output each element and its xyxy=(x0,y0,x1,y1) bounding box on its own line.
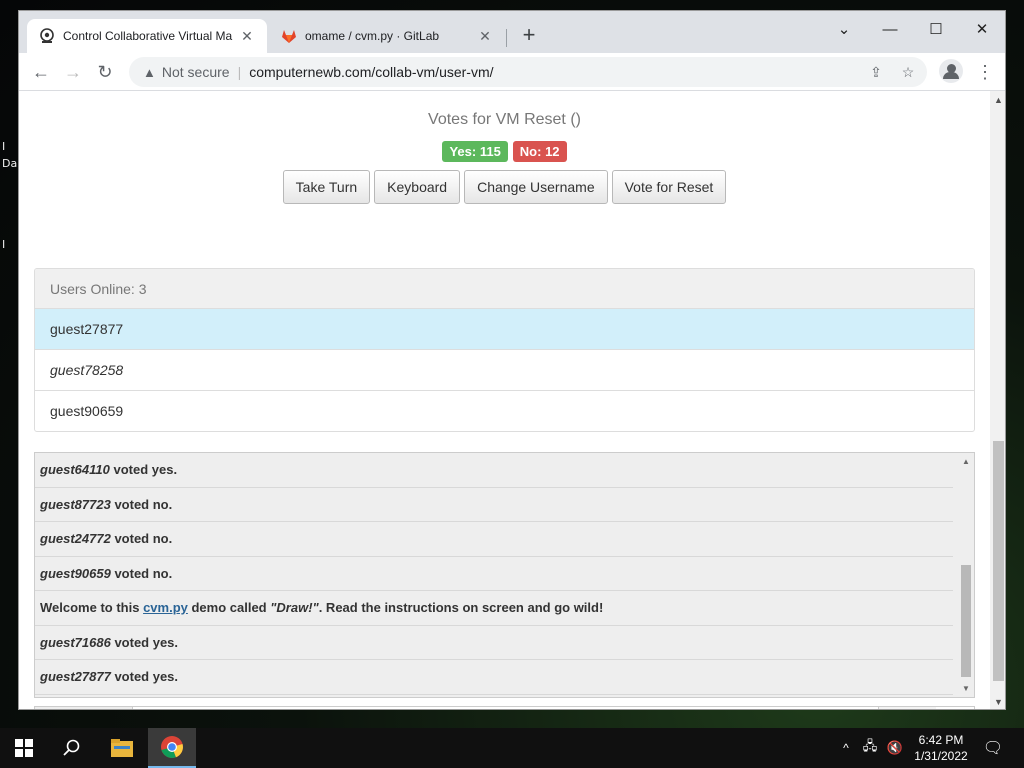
chrome-icon[interactable] xyxy=(148,728,196,768)
chat-text: demo called xyxy=(187,600,271,615)
desktop-icon-label[interactable]: I xyxy=(2,140,5,153)
profile-icon[interactable] xyxy=(939,59,963,83)
tab-collab-vm[interactable]: Control Collaborative Virtual Ma ✕ xyxy=(27,19,267,53)
chat-input-row xyxy=(34,706,975,709)
user-list-item[interactable]: guest78258 xyxy=(35,350,974,391)
users-online-panel: Users Online: 3 guest27877 guest78258 gu… xyxy=(34,268,975,432)
chat-quote: "Draw!" xyxy=(270,600,319,615)
chat-username: guest87723 xyxy=(40,496,111,512)
chat-message: guest71686 voted yes. xyxy=(35,626,953,660)
star-icon[interactable]: ☆ xyxy=(897,61,919,83)
chat-message: guest24772 voted no. xyxy=(35,522,953,557)
chat-text: Welcome to this xyxy=(40,600,144,615)
chat-message: guest87723 voted no. xyxy=(35,488,953,522)
security-label[interactable]: Not secure xyxy=(162,64,230,80)
chat-text: . Read the instructions on screen and go… xyxy=(318,600,604,615)
close-window-icon[interactable]: ✕ xyxy=(959,17,1005,43)
desktop-icon-label[interactable]: Da xyxy=(2,157,17,170)
tab-title: Control Collaborative Virtual Ma xyxy=(63,29,233,43)
action-buttons: Take Turn Keyboard Change Username Vote … xyxy=(19,170,990,204)
address-bar[interactable]: ▲ Not secure | computernewb.com/collab-v… xyxy=(129,57,927,87)
chat-text: voted no. xyxy=(110,531,173,546)
chat-welcome-message: Welcome to this cvm.py demo called "Draw… xyxy=(35,591,953,626)
vm-favicon-icon xyxy=(39,28,55,44)
chat-username: guest90659 xyxy=(40,565,111,581)
chat-username: guest24772 xyxy=(40,531,111,546)
share-icon[interactable]: ⇪ xyxy=(865,61,887,83)
chat-message: guest90659 voted no. xyxy=(35,557,953,591)
take-turn-button[interactable]: Take Turn xyxy=(282,170,371,204)
users-online-header: Users Online: 3 xyxy=(35,269,974,309)
user-list-item[interactable]: guest27877 xyxy=(35,309,974,350)
chat-scroll-thumb[interactable] xyxy=(961,565,971,677)
tab-search-icon[interactable]: ⌄ xyxy=(821,17,867,43)
browser-window: Control Collaborative Virtual Ma ✕ omame… xyxy=(18,10,1006,710)
network-icon[interactable]: 🖧 xyxy=(860,728,880,768)
forward-icon[interactable]: → xyxy=(59,58,87,86)
vote-reset-button[interactable]: Vote for Reset xyxy=(611,170,727,204)
search-icon[interactable] xyxy=(52,728,92,768)
chat-text: voted yes. xyxy=(109,462,178,477)
new-tab-icon[interactable]: + xyxy=(517,23,541,47)
chat-text: voted no. xyxy=(110,565,173,581)
reload-icon[interactable]: ↻ xyxy=(91,58,119,86)
windows-logo-icon[interactable] xyxy=(4,728,44,768)
tab-divider xyxy=(506,29,507,47)
page-content: Votes for VM Reset () Yes: 115 No: 12 Ta… xyxy=(19,91,990,709)
chat-text: voted no. xyxy=(110,496,173,512)
keyboard-button[interactable]: Keyboard xyxy=(374,170,461,204)
chat-username: guest71686 xyxy=(40,634,111,650)
page-scrollbar[interactable]: ▲ ▼ xyxy=(990,91,1005,709)
volume-muted-icon[interactable]: 🔇 xyxy=(884,728,906,768)
warning-icon[interactable]: ▲ xyxy=(143,65,156,80)
maximize-icon[interactable]: ☐ xyxy=(913,17,959,43)
chat-scrollbar[interactable]: ▲ ▼ xyxy=(958,453,974,697)
notification-icon[interactable]: 🗨 xyxy=(978,728,1008,768)
taskbar-clock[interactable]: 6:42 PM 1/31/2022 xyxy=(912,732,970,764)
taskbar-date: 1/31/2022 xyxy=(914,749,968,763)
vote-badges: Yes: 115 No: 12 xyxy=(19,141,990,162)
chat-message: guest27877 voted yes. xyxy=(35,660,953,695)
change-username-button[interactable]: Change Username xyxy=(464,170,608,204)
scroll-up-icon[interactable]: ▲ xyxy=(990,95,1005,105)
no-count-badge: No: 12 xyxy=(512,141,567,162)
scroll-up-icon[interactable]: ▲ xyxy=(958,457,974,466)
tab-title: omame / cvm.py · GitLab xyxy=(305,29,440,43)
chat-message: guest64110 voted yes. xyxy=(35,453,953,488)
close-tab-icon[interactable]: ✕ xyxy=(239,28,255,45)
chevron-up-icon[interactable]: ^ xyxy=(836,728,856,768)
scroll-down-icon[interactable]: ▼ xyxy=(958,684,974,693)
address-divider: | xyxy=(237,64,242,80)
tab-gitlab[interactable]: omame / cvm.py · GitLab ✕ xyxy=(269,19,505,53)
cvm-link[interactable]: cvm.py xyxy=(143,600,188,615)
vote-title: Votes for VM Reset () xyxy=(428,111,581,128)
minimize-icon[interactable]: — xyxy=(867,17,913,43)
chat-log[interactable]: guest64110 voted yes. guest87723 voted n… xyxy=(34,452,975,698)
tab-strip: Control Collaborative Virtual Ma ✕ omame… xyxy=(19,11,1005,53)
chat-username-addon xyxy=(35,707,133,709)
windows-taskbar: ^ 🖧 🔇 6:42 PM 1/31/2022 🗨 xyxy=(0,728,1024,768)
browser-toolbar: ← → ↻ ▲ Not secure | computernewb.com/co… xyxy=(19,53,1005,91)
url-text[interactable]: computernewb.com/collab-vm/user-vm/ xyxy=(249,64,493,80)
user-list-item[interactable]: guest90659 xyxy=(35,391,974,431)
page-scroll-thumb[interactable] xyxy=(993,441,1004,681)
back-icon[interactable]: ← xyxy=(27,58,55,86)
gitlab-icon xyxy=(281,28,297,44)
file-explorer-icon[interactable] xyxy=(102,728,142,768)
taskbar-time: 6:42 PM xyxy=(918,733,964,747)
chat-text: voted yes. xyxy=(110,634,179,650)
menu-icon[interactable]: ⋮ xyxy=(971,58,999,86)
send-button[interactable] xyxy=(878,707,936,709)
yes-count-badge: Yes: 115 xyxy=(442,141,508,162)
chat-text: voted yes. xyxy=(110,669,179,684)
desktop-icon-label[interactable]: I xyxy=(2,238,5,251)
scroll-down-icon[interactable]: ▼ xyxy=(990,697,1005,707)
close-tab-icon[interactable]: ✕ xyxy=(477,28,493,45)
chat-username: guest64110 xyxy=(40,462,110,477)
chat-username: guest27877 xyxy=(40,669,111,684)
